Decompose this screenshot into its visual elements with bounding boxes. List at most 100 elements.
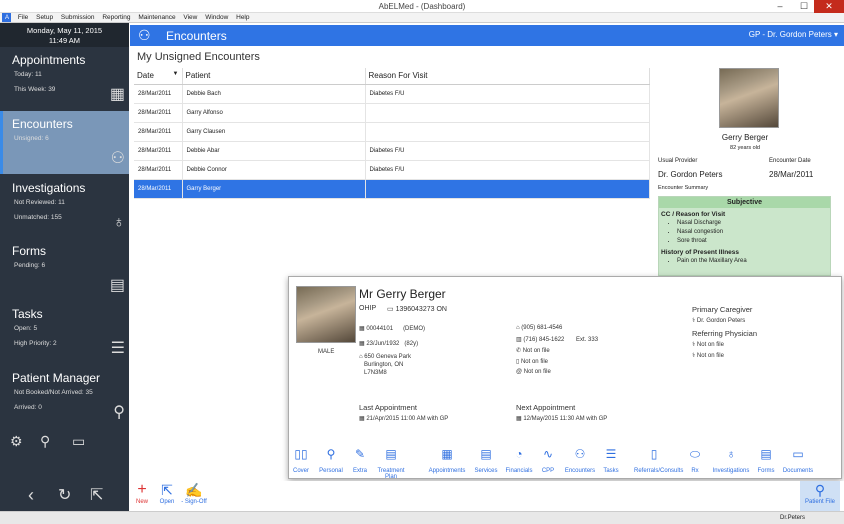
- page-title: Encounters: [166, 29, 227, 43]
- minimize-button[interactable]: ‒: [768, 0, 792, 13]
- gear-icon[interactable]: ⚙: [10, 433, 23, 450]
- bottom-toolbar: + New ⇱ Open ✍ - Sign-Off ⚲ Patient File: [130, 481, 844, 511]
- sidebar-item-stat: High Priority: 2: [14, 340, 57, 347]
- id-card-icon: ▭: [387, 306, 396, 313]
- work-phone: ▥ (716) 845-1622 Ext. 333: [516, 337, 599, 343]
- calendar-icon: ▦: [441, 447, 453, 461]
- app-icon[interactable]: A: [2, 13, 11, 22]
- menu-reporting[interactable]: Reporting: [99, 13, 133, 21]
- status-bar: Dr.Peters: [0, 511, 844, 524]
- card-icon[interactable]: ▭: [72, 433, 85, 450]
- sidebar-item-stat: Not Booked/Not Arrived: 35: [14, 389, 93, 396]
- mobile-phone: ▯ Not on file: [516, 359, 548, 365]
- sidebar-item-appointments[interactable]: Appointments Today: 11 This Week: 39 ▦: [0, 47, 129, 110]
- sidebar-item-label: Forms: [12, 244, 46, 258]
- nav-documents[interactable]: Documents: [778, 468, 818, 474]
- encounter-date-label: Encounter Date: [769, 158, 811, 164]
- address: ⌂ 650 Geneva Park Burlington, ON L7N3M8: [359, 354, 411, 376]
- sidebar-item-stat: Open: 5: [14, 325, 38, 332]
- sidebar-item-encounters[interactable]: Encounters Unsigned: 6 ⚇: [0, 111, 129, 174]
- back-icon[interactable]: ‹: [28, 485, 34, 506]
- table-row[interactable]: 28/Mar/2011 Debbie Abar Diabetes F/U: [134, 141, 650, 161]
- list-item: Nasal Discharge: [677, 219, 830, 228]
- maximize-button[interactable]: ☐: [792, 0, 816, 13]
- table-row[interactable]: 28/Mar/2011 Garry Clausen: [134, 122, 650, 142]
- next-appointment: ▦ 12/May/2015 11:30 AM with GP: [516, 416, 608, 422]
- page-header: ⚇ Encounters GP - Dr. Gordon Peters ▾: [130, 25, 844, 46]
- ohip-number: ▭ 1396043273 ON: [387, 306, 447, 313]
- new-label: New: [135, 499, 148, 505]
- table-row[interactable]: 28/Mar/2011 Debbie Bach Diabetes F/U: [134, 84, 650, 104]
- sidebar-item-patient-manager[interactable]: Patient Manager Not Booked/Not Arrived: …: [0, 365, 129, 428]
- sidebar-item-label: Investigations: [12, 181, 86, 195]
- window-title: AbELMed - (Dashboard): [378, 2, 466, 11]
- section-title: My Unsigned Encounters: [137, 51, 260, 63]
- current-time: 11:49 AM: [48, 36, 81, 45]
- encounter-summary: Subjective CC / Reason for Visit Nasal D…: [658, 196, 831, 276]
- patient-file-button[interactable]: ⚲ Patient File: [800, 481, 840, 511]
- current-date: Monday, May 11, 2015: [26, 26, 103, 35]
- sidebar-item-forms[interactable]: Forms Pending: 6 ▤: [0, 238, 129, 301]
- encounter-summary-label: Encounter Summary: [658, 185, 709, 191]
- user-clock-icon: ⚲: [113, 404, 125, 421]
- sidebar-item-label: Patient Manager: [12, 371, 101, 385]
- nav-investigations[interactable]: Investigations: [711, 468, 751, 474]
- folder-icon: ▭: [792, 447, 804, 461]
- plus-icon: +: [137, 481, 147, 498]
- refresh-icon[interactable]: ↻: [58, 485, 71, 505]
- column-header-date[interactable]: Date ▼: [134, 68, 183, 85]
- menu-setup[interactable]: Setup: [33, 13, 56, 21]
- usual-provider: Dr. Gordon Peters: [658, 170, 723, 179]
- sidebar-item-tasks[interactable]: Tasks Open: 5 High Priority: 2 ☰: [0, 301, 129, 364]
- stethoscope-icon: ♁: [726, 447, 736, 461]
- people-icon: ⚇: [138, 27, 151, 43]
- patient-name: Gerry Berger: [721, 133, 769, 142]
- nav-tasks[interactable]: Tasks: [591, 468, 631, 474]
- nav-referrals-consults[interactable]: Referrals/Consults: [634, 468, 683, 474]
- patient-photo: [296, 286, 356, 343]
- sign-off-button[interactable]: ✍ - Sign-Off: [180, 481, 208, 505]
- user-search-icon[interactable]: ⚲: [40, 433, 50, 450]
- sidebar-item-stat: Pending: 6: [14, 262, 46, 269]
- menu-window[interactable]: Window: [202, 13, 231, 21]
- hpi-list: Pain on the Maxillary Area: [659, 257, 830, 266]
- provider-selector[interactable]: GP - Dr. Gordon Peters ▾: [749, 30, 838, 39]
- menu-view[interactable]: View: [180, 13, 200, 21]
- menu-submission[interactable]: Submission: [58, 13, 98, 21]
- primary-caregiver-label: Primary Caregiver: [692, 305, 753, 314]
- email: @ Not on file: [516, 369, 551, 375]
- table-row[interactable]: 28/Mar/2011 Debbie Connor Diabetes F/U: [134, 160, 650, 180]
- table-row[interactable]: 28/Mar/2011 Garry Berger: [134, 179, 650, 199]
- new-button[interactable]: + New: [133, 481, 151, 505]
- provider-label: GP - Dr. Gordon Peters: [748, 30, 832, 39]
- column-header-patient[interactable]: Patient: [182, 68, 366, 85]
- patient-file-label: Patient File: [804, 499, 835, 505]
- file-icon: ▯: [650, 447, 658, 461]
- menu-help[interactable]: Help: [233, 13, 252, 21]
- encounter-date: 28/Mar/2011: [769, 170, 814, 179]
- popout-icon[interactable]: ⇱: [90, 485, 103, 505]
- patient-age: 82 years old: [730, 145, 760, 151]
- encounter-table: Date ▼ Patient Reason For Visit 28/Mar/20…: [134, 68, 650, 199]
- close-button[interactable]: ✕: [814, 0, 844, 13]
- menu-maintenance[interactable]: Maintenance: [135, 13, 178, 21]
- chevron-down-icon: ▾: [833, 30, 838, 39]
- table-row[interactable]: 28/Mar/2011 Garry Alfonso: [134, 103, 650, 123]
- date-of-birth: ▦ 23/Jun/1932 (82y): [359, 341, 419, 347]
- patient-name: Mr Gerry Berger: [359, 287, 446, 301]
- chart-number: ▦ 00044101 (DEMO): [359, 326, 426, 332]
- stethoscope-icon: ♁: [113, 214, 125, 231]
- pill-icon: ⬭: [689, 447, 701, 461]
- menu-file[interactable]: File: [15, 13, 31, 21]
- menu-bar: A File Setup Submission Reporting Mainte…: [0, 13, 844, 23]
- column-header-reason[interactable]: Reason For Visit: [365, 68, 650, 85]
- nav-rx[interactable]: Rx: [675, 468, 715, 474]
- nav-appointments[interactable]: Appointments: [427, 468, 467, 474]
- calendar-icon: ▦: [109, 86, 125, 103]
- ohip-label: OHIP: [359, 305, 377, 312]
- nav-treatment-plan[interactable]: Treatment Plan: [371, 468, 411, 480]
- list-item: Nasal congestion: [677, 228, 830, 237]
- sidebar-item-investigations[interactable]: Investigations Not Reviewed: 11 Unmatche…: [0, 175, 129, 238]
- patient-sex: MALE: [318, 349, 335, 355]
- open-button[interactable]: ⇱ Open: [155, 481, 179, 505]
